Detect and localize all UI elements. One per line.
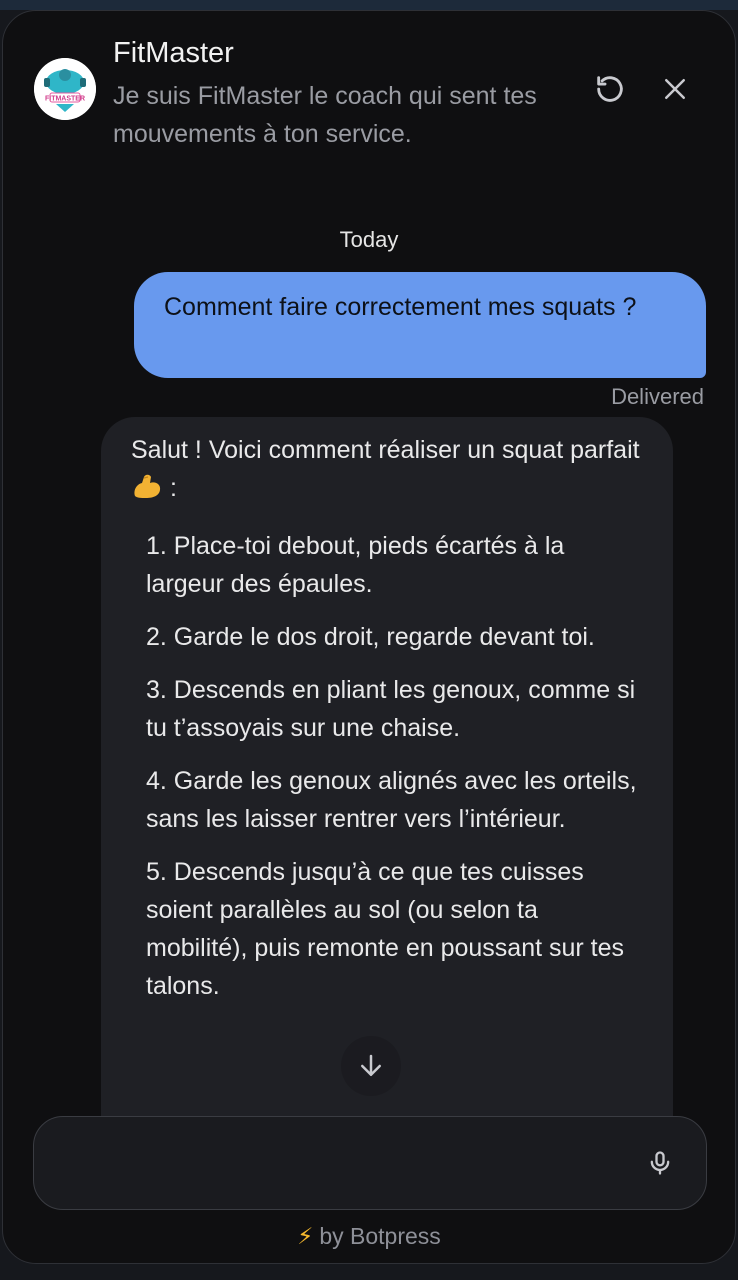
message-input[interactable] [56, 1117, 620, 1211]
bot-intro-text: Salut ! Voici comment réaliser un squat … [131, 436, 640, 464]
bot-message-intro: Salut ! Voici comment réaliser un squat … [131, 431, 645, 507]
user-message-bubble: Comment faire correctement mes squats ? [134, 272, 706, 378]
list-item: 2. Garde le dos droit, regarde devant to… [146, 623, 595, 651]
lightning-icon: ⚡ [297, 1223, 314, 1249]
refresh-icon [597, 76, 623, 102]
instruction-list: 1. Place-toi debout, pieds écartés à la … [131, 527, 645, 1005]
scroll-to-bottom-button[interactable] [341, 1036, 401, 1096]
chat-header: FITMASTER FitMaster Je suis FitMaster le… [3, 11, 735, 191]
arrow-down-icon [361, 1054, 381, 1076]
close-button[interactable] [653, 67, 697, 111]
top-strip [0, 0, 738, 10]
bot-avatar: FITMASTER [34, 58, 96, 120]
chat-widget: FITMASTER FitMaster Je suis FitMaster le… [2, 10, 736, 1264]
bot-intro-suffix: : [169, 474, 177, 502]
list-item: 5. Descends jusqu’à ce que tes cuisses s… [146, 858, 625, 1000]
avatar-logo-text: FITMASTER [45, 96, 85, 103]
message-status: Delivered [611, 384, 704, 409]
bot-subtitle: Je suis FitMaster le coach qui sent tes … [113, 82, 537, 148]
message-list[interactable]: Today Comment faire correctement mes squ… [3, 191, 735, 1116]
microphone-icon [650, 1151, 670, 1175]
restart-conversation-button[interactable] [588, 67, 632, 111]
list-item: 1. Place-toi debout, pieds écartés à la … [146, 532, 565, 598]
footer-text: by Botpress [319, 1223, 441, 1249]
bot-title: FitMaster [113, 37, 234, 69]
bot-message-bubble: Salut ! Voici comment réaliser un squat … [101, 417, 673, 1116]
message-composer [33, 1116, 707, 1211]
list-item: 4. Garde les genoux alignés avec les ort… [146, 767, 637, 833]
powered-by-footer[interactable]: ⚡ by Botpress [3, 1223, 735, 1250]
list-item: 3. Descends en pliant les genoux, comme … [146, 676, 636, 742]
flexed-biceps-emoji [134, 474, 161, 498]
date-separator: Today [339, 227, 399, 252]
close-icon [665, 79, 685, 99]
voice-input-button[interactable] [638, 1141, 682, 1185]
